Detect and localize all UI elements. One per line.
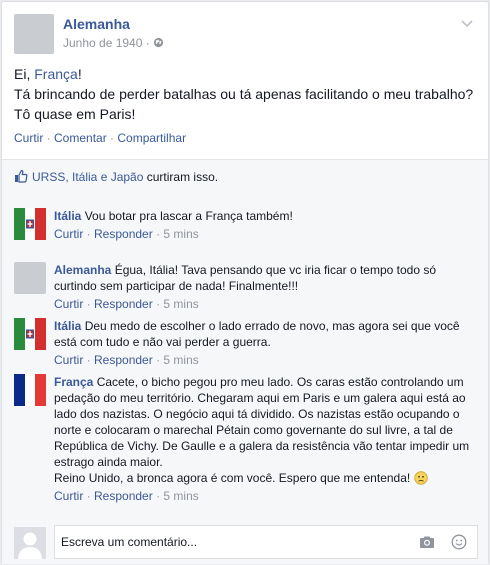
post-card: Alemanha Junho de 1940 · Ei, França! Tá … bbox=[1, 1, 489, 564]
comment-body: Itália Deu medo de escolher o lado errad… bbox=[54, 318, 476, 368]
camera-icon[interactable] bbox=[419, 535, 435, 549]
comment-reply-button[interactable]: Responder bbox=[94, 227, 153, 241]
comment-body: Itália Vou botar pra lascar a França tam… bbox=[54, 208, 476, 242]
reply-area bbox=[2, 520, 488, 564]
share-button[interactable]: Compartilhar bbox=[117, 131, 186, 145]
likes-bar: URSS, Itália e Japão curtiram isso. bbox=[2, 160, 488, 192]
comments-list: Itália Vou botar pra lascar a França tam… bbox=[2, 192, 488, 520]
post-actions: Curtir · Comentar · Compartilhar bbox=[14, 131, 186, 145]
comment-time[interactable]: 5 mins bbox=[163, 227, 198, 241]
comment-like-button[interactable]: Curtir bbox=[54, 297, 83, 311]
post-body: Ei, França! Tá brincando de perder batal… bbox=[14, 64, 480, 124]
comment-text: Deu medo de escolher o lado errado de no… bbox=[54, 319, 460, 349]
comment-text: Cacete, o bicho pegou pro meu lado. Os c… bbox=[54, 375, 470, 469]
comment-button[interactable]: Comentar bbox=[54, 131, 107, 145]
comment-time[interactable]: 5 mins bbox=[163, 297, 198, 311]
commenter-avatar[interactable] bbox=[14, 262, 46, 294]
author-name[interactable]: Alemanha bbox=[63, 16, 130, 32]
italy-flag-avatar[interactable] bbox=[14, 208, 46, 240]
post-line-1-suffix: ! bbox=[77, 66, 82, 82]
france-flag-avatar[interactable] bbox=[14, 374, 46, 406]
commenter-name[interactable]: Itália bbox=[54, 319, 81, 333]
emoji-icon[interactable] bbox=[451, 534, 467, 550]
chevron-down-icon[interactable] bbox=[460, 16, 474, 30]
like-button[interactable]: Curtir bbox=[14, 131, 43, 145]
comment-actions: Curtir · Responder · 5 mins bbox=[54, 489, 199, 503]
comment-actions: Curtir · Responder · 5 mins bbox=[54, 297, 199, 311]
globe-icon bbox=[154, 37, 164, 48]
comment-like-button[interactable]: Curtir bbox=[54, 227, 83, 241]
action-sep: · bbox=[106, 131, 118, 145]
comment-text: Égua, Itália! Tava pensando que vc iria … bbox=[54, 263, 437, 293]
comment-body: França Cacete, o bicho pegou pro meu lad… bbox=[54, 374, 476, 504]
commenter-name[interactable]: Itália bbox=[54, 209, 81, 223]
likes-summary: URSS, Itália e Japão curtiram isso. bbox=[14, 169, 218, 184]
mention-franca[interactable]: França bbox=[34, 66, 78, 82]
comment-time[interactable]: 5 mins bbox=[163, 353, 198, 367]
commenter-name[interactable]: Alemanha bbox=[54, 263, 111, 277]
comment-reply-button[interactable]: Responder bbox=[94, 297, 153, 311]
post-line-2: Tá brincando de perder batalhas ou tá ap… bbox=[14, 86, 474, 102]
post-date[interactable]: Junho de 1940 bbox=[63, 36, 142, 50]
comment-text: Vou botar pra lascar a França também! bbox=[84, 209, 293, 223]
comment-like-button[interactable]: Curtir bbox=[54, 353, 83, 367]
post-line-1-prefix: Ei, bbox=[14, 66, 35, 82]
post-line-1: Ei, França! bbox=[14, 64, 480, 84]
meta-separator: · bbox=[145, 36, 150, 50]
action-sep: · bbox=[43, 131, 55, 145]
user-avatar bbox=[14, 527, 46, 559]
commenter-name[interactable]: França bbox=[54, 375, 93, 389]
italy-flag-avatar[interactable] bbox=[14, 318, 46, 350]
like-thumb-icon bbox=[15, 169, 28, 183]
post-header: Alemanha Junho de 1940 · bbox=[14, 14, 474, 56]
comment-actions: Curtir · Responder · 5 mins bbox=[54, 227, 199, 241]
comment-item: Alemanha Égua, Itália! Tava pensando que… bbox=[14, 262, 476, 312]
comment-text-2-content: Reino Unido, a bronca agora é com você. … bbox=[54, 471, 411, 485]
post-line-3: Tô quase em Paris! bbox=[14, 106, 136, 122]
likes-suffix: curtiram isso. bbox=[143, 170, 219, 184]
comment-box bbox=[54, 525, 478, 559]
comment-like-button[interactable]: Curtir bbox=[54, 489, 83, 503]
comment-actions: Curtir · Responder · 5 mins bbox=[54, 353, 199, 367]
comment-reply-button[interactable]: Responder bbox=[94, 489, 153, 503]
post-meta: Junho de 1940 · bbox=[63, 36, 164, 50]
sad-face-icon bbox=[413, 471, 428, 485]
comment-item: Itália Deu medo de escolher o lado errad… bbox=[14, 318, 476, 368]
comment-text-2: Reino Unido, a bronca agora é com você. … bbox=[54, 470, 476, 486]
comment-item: França Cacete, o bicho pegou pro meu lad… bbox=[14, 374, 476, 504]
comment-item: Itália Vou botar pra lascar a França tam… bbox=[14, 208, 476, 244]
comment-reply-button[interactable]: Responder bbox=[94, 353, 153, 367]
comment-time[interactable]: 5 mins bbox=[163, 489, 198, 503]
likers-link[interactable]: URSS, Itália e Japão bbox=[32, 170, 143, 184]
author-avatar[interactable] bbox=[14, 14, 54, 54]
comment-input[interactable] bbox=[61, 532, 401, 552]
comment-body: Alemanha Égua, Itália! Tava pensando que… bbox=[54, 262, 476, 312]
